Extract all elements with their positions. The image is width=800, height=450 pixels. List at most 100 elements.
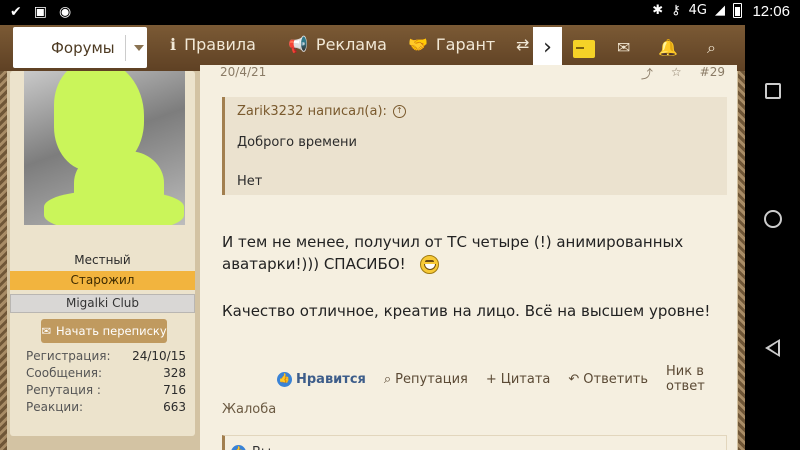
thumbs-up-icon: 👍 bbox=[231, 444, 246, 450]
nav-exchange[interactable]: ⇄ bbox=[516, 35, 529, 54]
post-header-icons: ⤴ ☆ #29 bbox=[641, 65, 725, 82]
back-button[interactable] bbox=[745, 320, 800, 375]
key-icon: ⚷ bbox=[671, 3, 681, 18]
stat-row: Репутация : 716 bbox=[26, 382, 186, 399]
quote-label: Цитата bbox=[500, 371, 551, 387]
status-left-icons: ✔ ▣ ◉ bbox=[10, 3, 71, 21]
user-avatar-small[interactable] bbox=[573, 40, 595, 58]
timer-icon: ◉ bbox=[58, 4, 72, 20]
browser-viewport: Форумы ℹ Правила 📢 Реклама 🤝 Гарант ⇄ › … bbox=[0, 25, 745, 450]
share-icon[interactable]: ⤴ bbox=[641, 65, 653, 82]
recents-icon bbox=[764, 82, 781, 99]
home-icon bbox=[763, 209, 782, 228]
status-bar: ✔ ▣ ◉ ✱ ⚷ 4G ◢ 12:06 bbox=[0, 0, 800, 25]
nav-rules[interactable]: ℹ Правила bbox=[170, 35, 256, 54]
user-title: Местный bbox=[74, 253, 131, 267]
post-message-line: И тем не менее, получил от ТС четыре (!)… bbox=[222, 233, 684, 251]
forums-select-label: Форумы bbox=[51, 38, 115, 57]
forums-select[interactable]: Форумы bbox=[13, 27, 147, 68]
nav-scroll-right-button[interactable]: › bbox=[533, 27, 562, 68]
quote-header[interactable]: Zarik3232 написал(а): ↑ bbox=[237, 104, 406, 119]
laughing-emoji-icon bbox=[419, 255, 439, 274]
stat-value: 663 bbox=[163, 400, 186, 414]
stat-row: Регистрация: 24/10/15 bbox=[26, 348, 186, 365]
home-button[interactable] bbox=[745, 191, 800, 246]
stat-value: 716 bbox=[163, 383, 186, 397]
quote-author: Zarik3232 написал(а): bbox=[237, 104, 387, 119]
search-icon: ⌕ bbox=[383, 371, 392, 387]
stat-label: Сообщения: bbox=[26, 366, 103, 380]
reply-icon: ↶ bbox=[568, 371, 580, 387]
stat-value: 24/10/15 bbox=[132, 349, 186, 363]
nick-reply-label: Ник в ответ bbox=[666, 364, 705, 394]
bookmark-icon[interactable]: ☆ bbox=[671, 65, 682, 82]
start-conversation-label: Начать переписку bbox=[55, 324, 167, 338]
post-message-text: аватарки!))) СПАСИБО! bbox=[222, 255, 406, 273]
back-icon bbox=[765, 338, 780, 357]
nav-rules-label: Правила bbox=[184, 35, 256, 54]
signal-icon: ◢ bbox=[715, 3, 725, 18]
user-stats: Регистрация: 24/10/15 Сообщения: 328 Репут… bbox=[26, 348, 186, 416]
megaphone-icon: 📢 bbox=[288, 35, 308, 54]
inbox-icon[interactable]: ✉ bbox=[617, 38, 630, 57]
post-message-line: аватарки!))) СПАСИБО! bbox=[222, 253, 683, 275]
like-button[interactable]: 👍 Нравится bbox=[277, 371, 366, 387]
post-author-sidebar: Местный Старожил Migalki Club ✉ Начать п… bbox=[10, 71, 195, 436]
start-conversation-button[interactable]: ✉ Начать переписку bbox=[41, 319, 167, 343]
status-right-icons: ✱ ⚷ 4G ◢ bbox=[652, 3, 742, 18]
quote-button[interactable]: + Цитата bbox=[486, 372, 551, 387]
recents-button[interactable] bbox=[745, 63, 800, 118]
nav-guarantee[interactable]: 🤝 Гарант bbox=[408, 35, 495, 54]
check-icon: ✔ bbox=[10, 4, 22, 20]
likes-by: Вы bbox=[252, 445, 271, 450]
reputation-label: Репутация bbox=[395, 371, 468, 387]
report-link[interactable]: Жалоба bbox=[222, 402, 276, 417]
post-body: 20/4/21 ⤴ ☆ #29 Zarik3232 написал(а): ↑ … bbox=[200, 65, 737, 450]
stat-value: 328 bbox=[163, 366, 186, 380]
group-badge: Migalki Club bbox=[10, 294, 195, 313]
quote-line: Нет bbox=[237, 174, 263, 189]
stat-row: Сообщения: 328 bbox=[26, 365, 186, 382]
quote-block: Zarik3232 написал(а): ↑ Доброго времени … bbox=[222, 97, 727, 195]
post-actions: 👍 Нравится ⌕ Репутация + Цитата ↶ Ответи… bbox=[277, 364, 737, 394]
bell-icon[interactable]: 🔔 bbox=[658, 38, 678, 57]
stat-label: Регистрация: bbox=[26, 349, 111, 363]
nav-ads[interactable]: 📢 Реклама bbox=[288, 35, 387, 54]
nav-guarantee-label: Гарант bbox=[435, 35, 496, 54]
stat-row: Реакции: 663 bbox=[26, 399, 186, 416]
battery-icon bbox=[733, 3, 742, 18]
image-icon: ▣ bbox=[33, 4, 47, 20]
handshake-icon: 🤝 bbox=[408, 35, 428, 54]
avatar-censor-blob bbox=[44, 191, 184, 225]
plus-icon: + bbox=[485, 371, 497, 387]
nick-reply-button[interactable]: Ник в ответ bbox=[666, 364, 737, 394]
info-icon: ℹ bbox=[170, 35, 177, 54]
search-icon[interactable]: ⌕ bbox=[707, 38, 716, 58]
thumbs-up-icon: 👍 bbox=[277, 371, 292, 387]
envelope-icon: ✉ bbox=[41, 324, 51, 338]
background-texture-right bbox=[738, 71, 745, 450]
arrow-up-icon[interactable]: ↑ bbox=[392, 105, 406, 118]
post-message-2: Качество отличное, креатив на лицо. Всё … bbox=[222, 302, 711, 320]
rank-badge: Старожил bbox=[10, 271, 195, 290]
post-message: И тем не менее, получил от ТС четыре (!)… bbox=[222, 231, 683, 275]
avatar[interactable] bbox=[24, 71, 185, 225]
post-number[interactable]: #29 bbox=[700, 65, 725, 82]
reply-button[interactable]: ↶ Ответить bbox=[568, 372, 648, 387]
network-type: 4G bbox=[688, 3, 707, 18]
post-date[interactable]: 20/4/21 bbox=[220, 65, 266, 79]
stat-label: Репутация : bbox=[26, 383, 101, 397]
reputation-button[interactable]: ⌕ Репутация bbox=[384, 372, 468, 387]
status-time: 12:06 bbox=[752, 3, 790, 20]
android-nav-bar bbox=[745, 25, 800, 450]
like-label: Нравится bbox=[296, 371, 366, 387]
forums-select-divider bbox=[124, 34, 126, 61]
likes-summary[interactable]: 👍 Вы bbox=[222, 435, 727, 450]
quote-line: Доброго времени bbox=[237, 135, 357, 150]
nav-ads-label: Реклама bbox=[315, 35, 387, 54]
stat-label: Реакции: bbox=[26, 400, 84, 414]
chevron-down-icon[interactable] bbox=[133, 44, 144, 51]
chevron-right-icon: › bbox=[543, 35, 552, 60]
exchange-icon: ⇄ bbox=[516, 35, 530, 54]
reply-label: Ответить bbox=[583, 371, 649, 387]
